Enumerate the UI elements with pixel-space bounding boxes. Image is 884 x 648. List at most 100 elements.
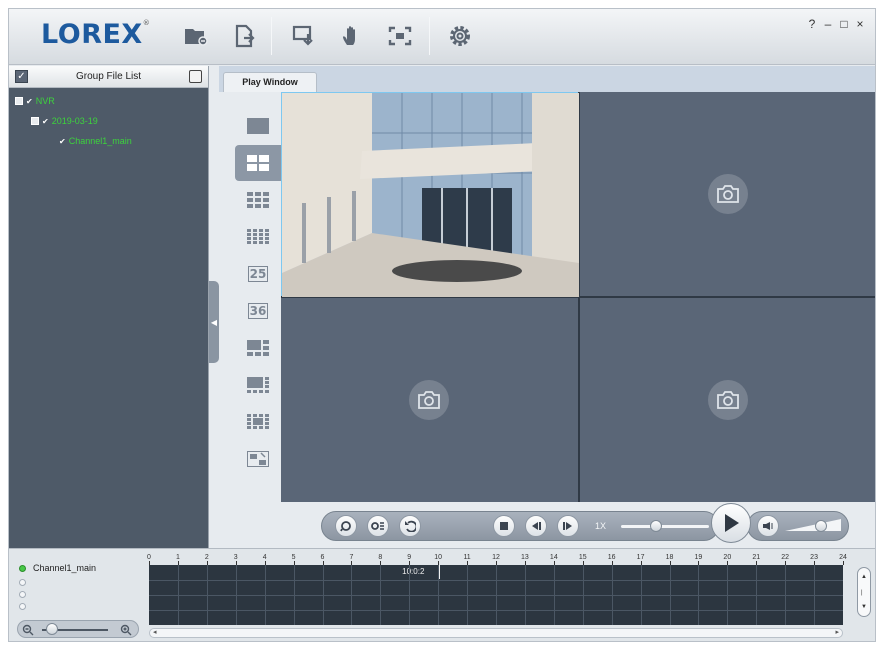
timeline-hour-label: 15 [578, 554, 587, 561]
timeline-track[interactable]: 10:0:2 [149, 565, 843, 625]
frame-back-button[interactable] [525, 515, 547, 537]
channel-status-indicator[interactable] [19, 565, 26, 572]
fullscreen-icon[interactable] [385, 21, 415, 51]
tree-item-label: Channel1_main [68, 136, 132, 146]
help-button[interactable]: ? [805, 17, 819, 31]
rewind-icon [405, 520, 416, 532]
play-button[interactable] [711, 503, 751, 543]
channel-slot-4[interactable] [19, 603, 26, 610]
timeline-zoom-slider[interactable] [17, 620, 139, 638]
close-button[interactable]: × [853, 17, 867, 31]
check-icon[interactable]: ✔ [26, 97, 33, 106]
scroll-middle-icon[interactable]: | [861, 590, 863, 596]
layout-selector: 25 36 [219, 92, 281, 548]
layout-25-button[interactable]: 25 [235, 256, 281, 292]
settings-gear-icon[interactable] [445, 21, 475, 51]
layout-25-label: 25 [247, 266, 269, 282]
layout-1-button[interactable] [235, 108, 281, 144]
volume-slider-track[interactable] [785, 517, 841, 533]
zoom-out-icon[interactable] [22, 624, 34, 636]
timeline-hour-label: 7 [349, 554, 354, 561]
tree-item-channel[interactable]: ✔ Channel1_main [59, 134, 132, 148]
snapshot-button[interactable] [335, 515, 357, 537]
layout-4-button[interactable] [235, 145, 281, 181]
tree-item-nvr[interactable]: ✔ NVR [15, 94, 55, 108]
speed-slider-track[interactable] [621, 525, 709, 528]
timeline-hour-label: 1 [175, 554, 180, 561]
video-cell-1-active[interactable] [281, 92, 579, 297]
tree-expander-icon[interactable] [31, 117, 39, 125]
minimize-button[interactable]: – [821, 17, 835, 31]
frame-forward-button[interactable] [557, 515, 579, 537]
tree-item-date[interactable]: ✔ 2019-03-19 [31, 114, 98, 128]
tab-play-window[interactable]: Play Window [223, 72, 317, 92]
tab-strip: Play Window [219, 66, 875, 92]
maximize-button[interactable]: □ [837, 17, 851, 31]
layout-36-button[interactable]: 36 [235, 293, 281, 329]
timeline-hour-label: 14 [549, 554, 558, 561]
zoom-in-icon[interactable] [120, 624, 132, 636]
layout-16-icon [247, 229, 269, 244]
video-grid [281, 92, 875, 502]
layout-9-icon [247, 192, 269, 208]
play-icon [725, 514, 739, 532]
timeline-hour-label: 2 [204, 554, 209, 561]
timeline-hour-label: 6 [320, 554, 325, 561]
brand-logo: LOREX® [41, 19, 151, 50]
timeline-vertical-scrollbar[interactable]: ▲ | ▼ [857, 567, 871, 617]
scroll-up-icon[interactable]: ▲ [861, 574, 867, 580]
delete-list-icon[interactable] [189, 70, 202, 83]
layout-1plus12-button[interactable] [235, 404, 281, 440]
layout-custom-icon [247, 451, 269, 467]
video-cell-3[interactable] [281, 298, 578, 502]
timeline-hour-label: 9 [407, 554, 412, 561]
scroll-left-icon[interactable]: ◂ [153, 628, 157, 636]
tree-expander-icon[interactable] [15, 97, 23, 105]
clip-icon [371, 522, 384, 530]
hand-pan-icon[interactable] [337, 21, 367, 51]
channel-slot-3[interactable] [19, 591, 26, 598]
group-file-list-title: Group File List [75, 71, 142, 82]
channel-slot-2[interactable] [19, 579, 26, 586]
layout-1plus7-button[interactable] [235, 367, 281, 403]
channel-list: Channel1_main [15, 563, 143, 615]
timeline-hour-label: 5 [291, 554, 296, 561]
layout-16-button[interactable] [235, 219, 281, 255]
layout-custom-button[interactable] [235, 441, 281, 477]
speaker-icon [763, 522, 773, 530]
timeline-hour-label: 16 [607, 554, 616, 561]
zoom-knob[interactable] [45, 623, 58, 635]
scroll-right-icon[interactable]: ▸ [835, 628, 839, 636]
volume-button[interactable] [757, 515, 779, 537]
clip-button[interactable] [367, 515, 389, 537]
scroll-down-icon[interactable]: ▼ [861, 604, 867, 610]
camera-icon [708, 380, 748, 420]
timeline-hour-label: 0 [147, 554, 151, 561]
timeline-hour-label: 13 [521, 554, 529, 561]
video-cell-2[interactable] [580, 92, 875, 296]
layout-1plus5-button[interactable] [235, 330, 281, 366]
timeline-hour-label: 20 [723, 554, 732, 561]
open-folder-icon[interactable] [181, 21, 211, 51]
layout-1plus12-icon [247, 414, 269, 429]
export-file-icon[interactable] [229, 21, 259, 51]
channel-name-label: Channel1_main [33, 563, 97, 573]
clip-download-icon[interactable] [289, 21, 319, 51]
timeline-horizontal-scrollbar[interactable]: ◂ ▸ [149, 628, 843, 638]
group-file-list-panel: ✓ Group File List ✔ NVR ✔ 2019-03-19 ✔ C… [9, 66, 209, 548]
rewind-button[interactable] [399, 515, 421, 537]
layout-9-button[interactable] [235, 182, 281, 218]
timeline-hour-label: 3 [233, 554, 238, 561]
tree-item-label: 2019-03-19 [51, 116, 98, 126]
frame-forward-icon [563, 522, 572, 530]
video-cell-4[interactable] [580, 298, 875, 502]
timeline-hour-label: 23 [810, 554, 818, 561]
check-icon[interactable]: ✔ [59, 137, 66, 146]
speed-label: 1X [595, 521, 607, 531]
check-icon[interactable]: ✔ [42, 117, 49, 126]
timeline-row-line [149, 595, 843, 596]
collapse-panel-handle[interactable]: ◀ [209, 281, 219, 363]
timeline-hour-label: 11 [463, 554, 471, 561]
stop-button[interactable] [493, 515, 515, 537]
timeline-hour-ruler: 0 1 2 3 4 5 6 7 8 9 10 11 12 13 14 15 16 17 18 19 20 21 22 23 24 [147, 552, 847, 565]
